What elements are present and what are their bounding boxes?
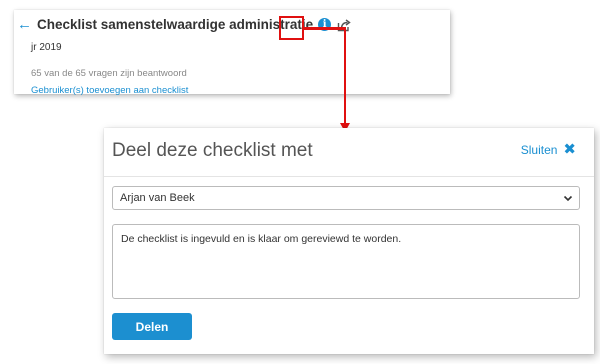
dialog-divider xyxy=(104,176,594,177)
add-users-link[interactable]: Gebruiker(s) toevoegen aan checklist xyxy=(31,85,188,96)
dialog-title: Deel deze checklist met xyxy=(112,140,313,161)
arrow-left-icon[interactable]: ← xyxy=(17,17,32,32)
checklist-card: ← Checklist samenstelwaardige administra… xyxy=(14,10,450,96)
annotation-line-horizontal xyxy=(304,27,346,30)
checklist-year: jr 2019 xyxy=(31,42,62,53)
share-dialog: Deel deze checklist met Sluiten ✖ Arjan … xyxy=(104,128,594,354)
close-icon: ✖ xyxy=(563,141,576,158)
answered-count: 65 van de 65 vragen zijn beantwoord xyxy=(31,68,187,79)
message-textarea[interactable]: De checklist is ingevuld en is klaar om … xyxy=(112,224,580,299)
checklist-title: Checklist samenstelwaardige administrati… xyxy=(37,17,314,32)
annotation-line-vertical xyxy=(343,27,346,124)
close-button[interactable]: Sluiten ✖ xyxy=(520,141,576,158)
user-select[interactable]: Arjan van Beek xyxy=(112,186,580,210)
selected-user: Arjan van Beek xyxy=(120,192,195,204)
close-label: Sluiten xyxy=(520,143,558,157)
share-button[interactable]: Delen xyxy=(112,313,192,340)
share-icon-highlight xyxy=(279,16,304,40)
chevron-down-icon xyxy=(563,193,573,203)
